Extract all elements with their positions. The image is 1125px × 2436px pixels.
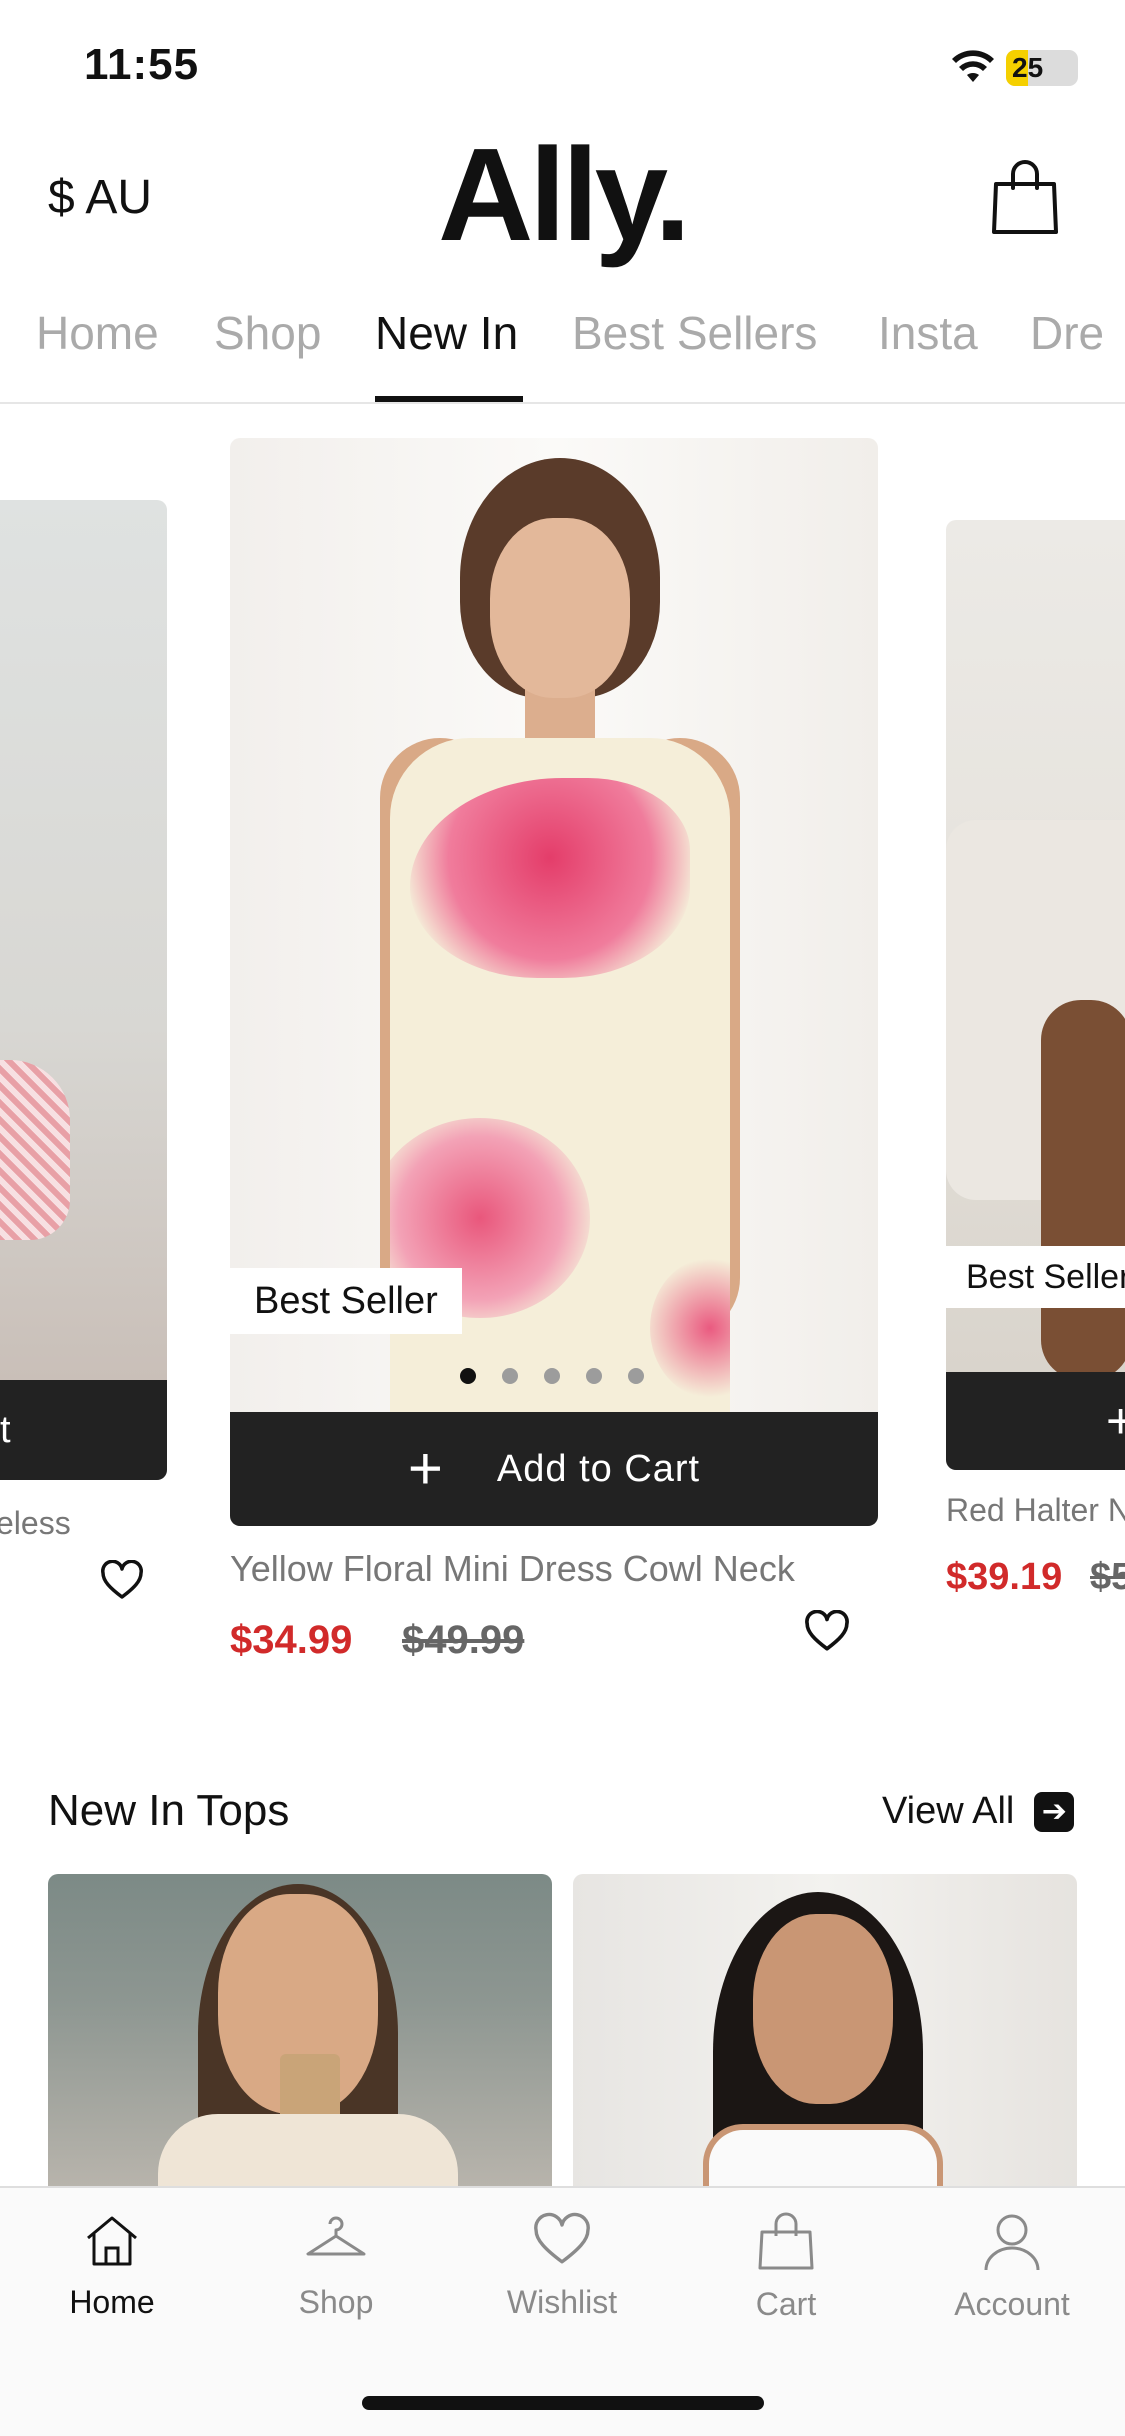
pagination-dot[interactable] [544, 1368, 560, 1384]
status-time: 11:55 [84, 40, 200, 89]
home-indicator[interactable] [362, 2396, 764, 2410]
category-tabs: Home Shop New In Best Sellers Insta Dre [0, 296, 1125, 404]
product-image[interactable]: Best Seller [946, 520, 1125, 1372]
product-image[interactable]: Best Seller [230, 438, 878, 1412]
best-seller-badge: Best Seller [230, 1268, 462, 1334]
nav-cart[interactable]: Cart [706, 2210, 866, 2323]
product-name[interactable]: Red Halter N [946, 1492, 1125, 1529]
nav-label: Account [954, 2286, 1070, 2322]
section-title: New In Tops [48, 1786, 290, 1835]
nav-label: Home [69, 2284, 155, 2320]
view-all-link[interactable]: View All ➔ [882, 1790, 1075, 1833]
battery-level: 25 [1012, 52, 1044, 83]
nav-home[interactable]: Home [32, 2210, 192, 2321]
original-price: $5 [1090, 1556, 1125, 1598]
hanger-icon [306, 2216, 366, 2256]
original-price: $49.99 [402, 1618, 525, 1662]
shopping-bag-icon[interactable] [990, 158, 1060, 236]
sale-price: $34.99 [230, 1618, 353, 1662]
pagination-dot[interactable] [628, 1368, 644, 1384]
tab-home[interactable]: Home [36, 306, 159, 360]
image-pagination-dots[interactable] [460, 1368, 670, 1388]
product-image[interactable] [48, 1874, 552, 2188]
add-to-cart-label: Add to Cart [496, 1447, 701, 1490]
best-seller-badge: Best Seller [946, 1246, 1125, 1308]
product-image[interactable] [573, 1874, 1077, 2188]
pagination-dot[interactable] [502, 1368, 518, 1384]
add-to-cart-button[interactable]: + [946, 1372, 1125, 1470]
tab-new-in[interactable]: New In [375, 306, 518, 360]
arrow-right-icon: ➔ [1034, 1791, 1075, 1832]
active-tab-indicator [375, 396, 523, 402]
bag-icon [758, 2212, 814, 2270]
product-image[interactable] [0, 500, 167, 1380]
user-icon [984, 2214, 1040, 2271]
wifi-icon [952, 50, 994, 82]
nav-account[interactable]: Account [932, 2210, 1092, 2323]
product-card-left[interactable]: t veless [0, 500, 167, 1599]
brand-logo[interactable]: Ally. [0, 120, 1125, 270]
tab-shop[interactable]: Shop [214, 306, 321, 360]
nav-label: Cart [755, 2286, 817, 2322]
add-to-cart-button[interactable]: t [0, 1380, 167, 1480]
wishlist-heart-icon[interactable] [100, 1560, 144, 1600]
heart-icon [534, 2212, 590, 2264]
battery-indicator: 25 [1006, 50, 1078, 86]
nav-wishlist[interactable]: Wishlist [482, 2210, 642, 2321]
product-name[interactable]: Yellow Floral Mini Dress Cowl Neck [230, 1548, 795, 1590]
wishlist-heart-icon[interactable] [804, 1610, 850, 1652]
nav-shop[interactable]: Shop [256, 2210, 416, 2321]
nav-label: Wishlist [506, 2284, 618, 2320]
tab-dresses[interactable]: Dre [1030, 306, 1104, 360]
tab-best-sellers[interactable]: Best Sellers [572, 306, 817, 360]
tab-insta[interactable]: Insta [878, 306, 978, 360]
pagination-dot[interactable] [586, 1368, 602, 1384]
nav-label: Shop [298, 2284, 374, 2320]
home-icon [87, 2216, 137, 2266]
add-to-cart-button[interactable]: + Add to Cart [230, 1412, 878, 1526]
product-name[interactable]: veless [0, 1505, 71, 1542]
pagination-dot[interactable] [460, 1368, 476, 1384]
plus-icon: + [407, 1435, 443, 1502]
view-all-label: View All [882, 1790, 1015, 1832]
sale-price: $39.19 [946, 1556, 1063, 1598]
